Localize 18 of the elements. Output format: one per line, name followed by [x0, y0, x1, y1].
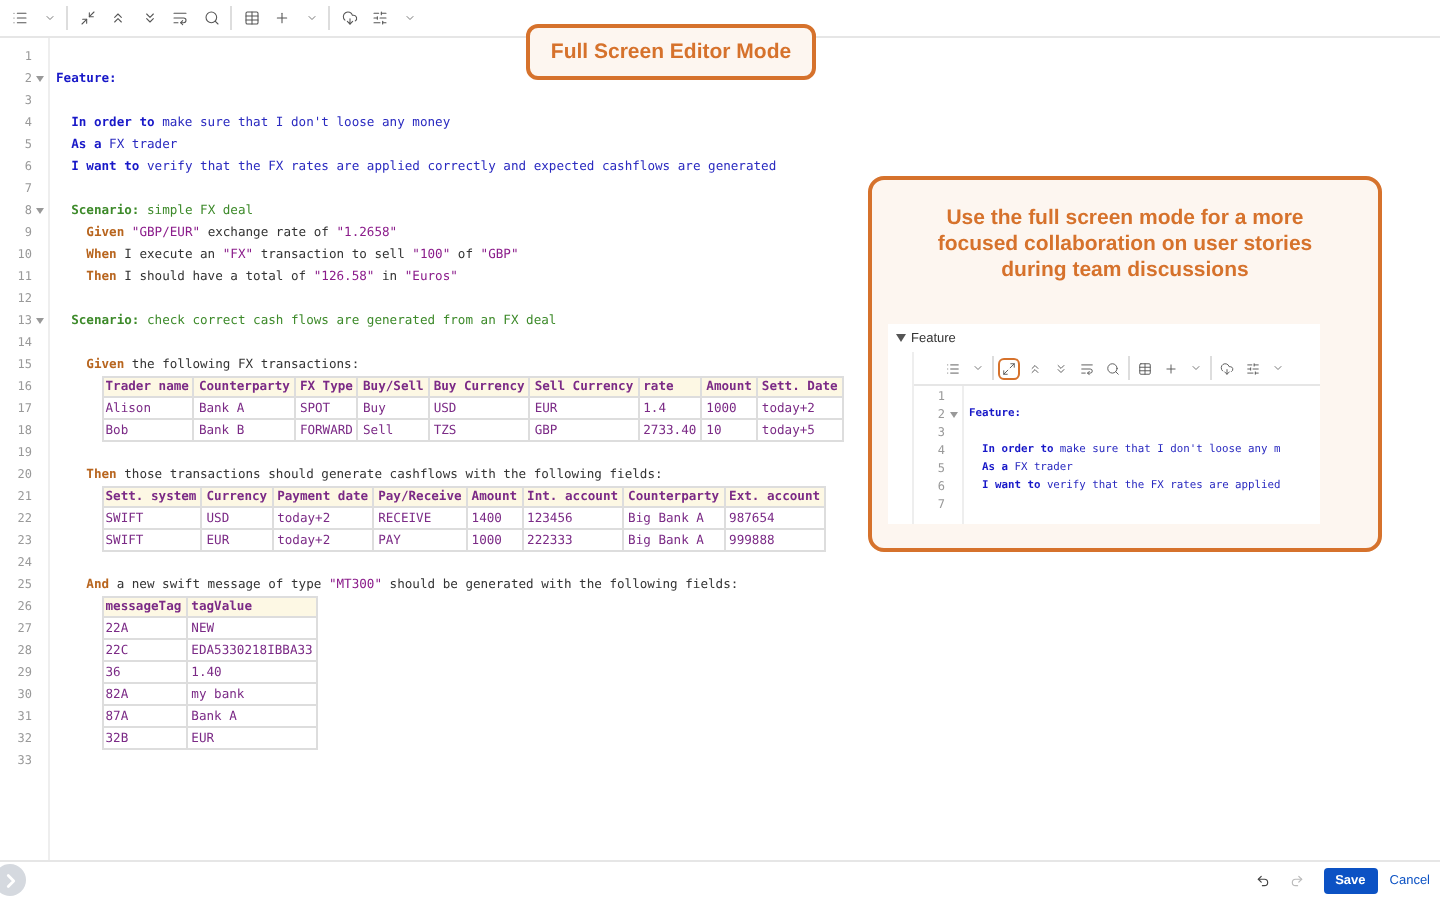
fold-caret-icon[interactable]: [949, 412, 957, 418]
search-icon[interactable]: [1101, 357, 1123, 379]
expand-icon[interactable]: [997, 357, 1019, 379]
undo-icon[interactable]: [1255, 874, 1270, 888]
fold-caret-icon[interactable]: [36, 318, 44, 324]
sliders-icon[interactable]: [368, 6, 392, 30]
tip-text: Use the full screen mode for a more focused collaboration on user stories during team discussions: [935, 206, 1315, 284]
cloud-download-icon[interactable]: [1215, 357, 1237, 379]
table-icon[interactable]: [1133, 357, 1155, 379]
fold-caret-icon[interactable]: [36, 76, 44, 82]
expanded-caret-icon[interactable]: [895, 334, 905, 342]
table-icon[interactable]: [239, 6, 263, 30]
cloud-download-icon[interactable]: [337, 6, 361, 30]
callout-label: Full Screen Editor Mode: [526, 24, 816, 80]
fold-caret-icon[interactable]: [36, 208, 44, 214]
sliders-icon[interactable]: [1241, 357, 1263, 379]
search-icon[interactable]: [199, 6, 223, 30]
expand-sidebar-button[interactable]: [0, 864, 26, 896]
